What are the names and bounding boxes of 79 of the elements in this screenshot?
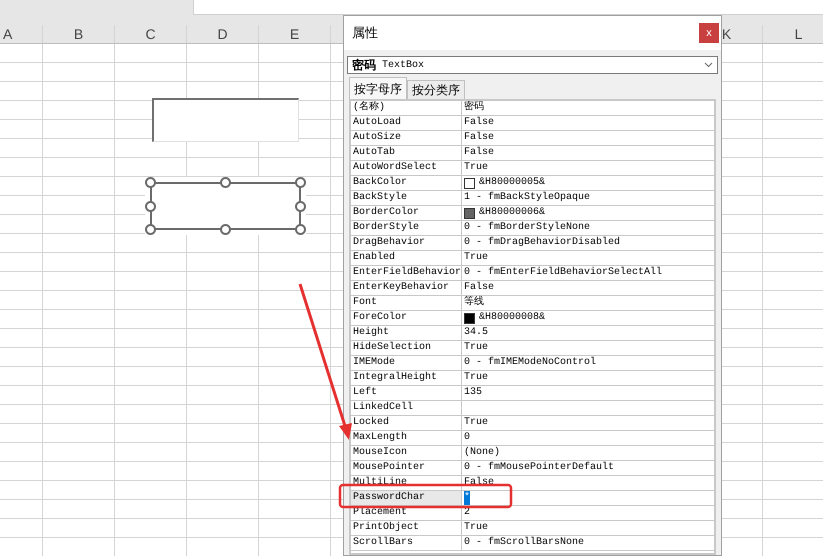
property-name[interactable]: AutoTab [351, 146, 462, 160]
property-name[interactable]: AutoSize [351, 131, 462, 145]
property-name[interactable]: BorderColor [351, 206, 462, 220]
property-value[interactable]: 0 [464, 431, 470, 445]
property-value[interactable]: * [464, 491, 470, 505]
property-value[interactable]: False [464, 146, 494, 160]
property-name[interactable]: Locked [351, 416, 462, 430]
resize-handle[interactable] [145, 224, 156, 235]
window-title: 属性 [352, 24, 379, 42]
selected-text-box[interactable] [145, 177, 306, 235]
property-value[interactable]: True [464, 341, 488, 355]
resize-handle[interactable] [220, 224, 231, 235]
column-header[interactable]: L [794, 24, 802, 44]
property-value[interactable]: True [464, 371, 488, 385]
property-name[interactable]: Font [351, 296, 462, 310]
tab[interactable]: 按字母序 [349, 77, 407, 99]
property-name[interactable]: MousePointer [351, 461, 462, 475]
property-name[interactable]: DragBehavior [351, 236, 462, 250]
property-value[interactable]: 0 - fmScrollBarsNone [464, 536, 584, 550]
column-header[interactable]: K [722, 24, 732, 44]
property-value[interactable]: 0 - fmMousePointerDefault [464, 461, 614, 475]
property-name[interactable]: HideSelection [351, 341, 462, 355]
property-name[interactable]: ForeColor [351, 311, 462, 325]
property-name[interactable]: LinkedCell [351, 401, 462, 415]
resize-handle[interactable] [295, 201, 306, 212]
property-name[interactable]: Height [351, 326, 462, 340]
property-name[interactable]: BackStyle [351, 191, 462, 205]
property-name[interactable]: PrintObject [351, 521, 462, 535]
property-value[interactable]: True [464, 521, 488, 535]
property-value[interactable]: &H80000008& [479, 311, 546, 325]
resize-handle[interactable] [145, 201, 156, 212]
property-name[interactable]: PasswordChar [351, 491, 462, 505]
property-value[interactable]: 0 - fmBorderStyleNone [464, 221, 590, 235]
tab[interactable]: 按分类序 [407, 80, 465, 99]
property-value[interactable]: True [464, 161, 488, 175]
property-value[interactable]: &H80000006& [479, 206, 546, 220]
column-header[interactable]: B [74, 24, 84, 44]
property-name[interactable]: MaxLength [351, 431, 462, 445]
property-value[interactable]: True [464, 416, 488, 430]
property-name[interactable]: AutoWordSelect [351, 161, 462, 175]
property-name[interactable]: Left [351, 386, 462, 400]
resize-handle[interactable] [295, 224, 306, 235]
column-header[interactable]: A [3, 24, 12, 44]
resize-handle[interactable] [220, 177, 231, 188]
property-value[interactable]: True [464, 251, 488, 265]
property-name[interactable]: Enabled [351, 251, 462, 265]
property-value[interactable]: 0 - fmEnterFieldBehaviorSelectAll [464, 266, 662, 280]
property-value[interactable]: False [464, 281, 494, 295]
property-value[interactable]: 135 [464, 386, 482, 400]
property-name[interactable]: IMEMode [351, 356, 462, 370]
property-name[interactable]: EnterKeyBehavior [351, 281, 462, 295]
object-dropdown[interactable]: 密码 TextBox [347, 56, 718, 74]
property-value[interactable]: False [464, 476, 494, 490]
property-value[interactable]: (None) [464, 446, 500, 460]
property-value[interactable]: 1 - fmBackStyleOpaque [464, 191, 590, 205]
property-value[interactable]: &H80000005& [479, 176, 546, 190]
property-name[interactable]: BackColor [351, 176, 462, 190]
resize-handle[interactable] [145, 177, 156, 188]
property-value[interactable]: False [464, 116, 494, 130]
column-header[interactable]: D [217, 24, 228, 44]
column-header[interactable]: E [290, 24, 300, 44]
text-box-control[interactable] [152, 98, 299, 142]
chevron-down-icon [704, 62, 713, 68]
property-name[interactable]: ScrollBars [351, 536, 462, 550]
object-name: 密码 [352, 57, 376, 74]
object-type: TextBox [382, 58, 426, 72]
close-button[interactable]: x [699, 23, 719, 43]
property-name[interactable]: BorderStyle [351, 221, 462, 235]
property-value[interactable]: 等线 [464, 296, 484, 310]
property-value[interactable]: False [464, 131, 494, 145]
property-value[interactable]: 0 - fmDragBehaviorDisabled [464, 236, 620, 250]
resize-handle[interactable] [295, 177, 306, 188]
property-name[interactable]: IntegralHeight [351, 371, 462, 385]
property-value[interactable]: 0 - fmIMEModeNoControl [464, 356, 596, 370]
property-name[interactable]: MouseIcon [351, 446, 462, 460]
property-name[interactable]: EnterFieldBehavior [351, 266, 462, 280]
property-value[interactable]: 34.5 [464, 326, 488, 340]
property-name[interactable]: AutoLoad [351, 116, 462, 130]
column-header[interactable]: C [145, 24, 156, 44]
